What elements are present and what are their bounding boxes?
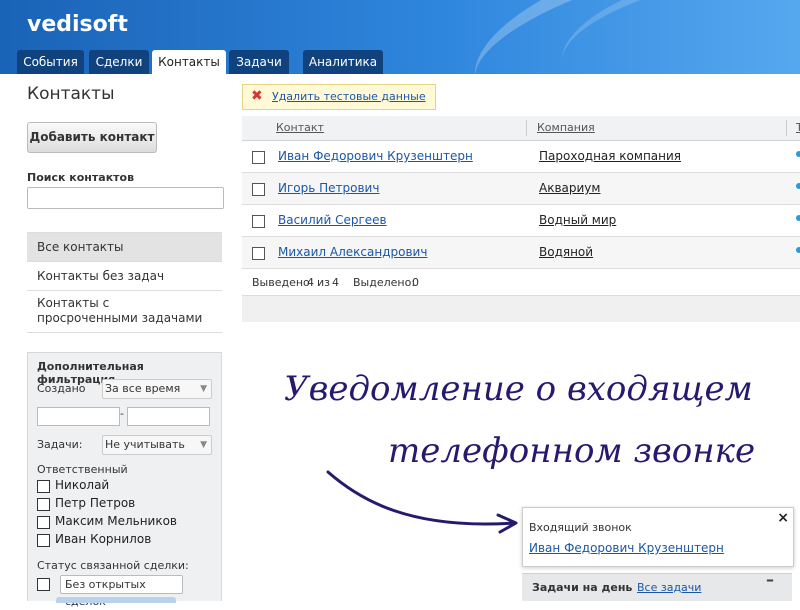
minimize-icon[interactable]: – — [766, 570, 774, 589]
total-count: 4 — [332, 276, 339, 289]
table-row: Михаил Александрович Водяной — [242, 237, 800, 269]
responsible-checkbox[interactable] — [37, 516, 50, 529]
company-link[interactable]: Водяной — [539, 245, 593, 259]
deal-status-label: Статус связанной сделки: — [37, 559, 189, 572]
app-logo[interactable]: vedisoft — [27, 12, 128, 37]
deal-status-option[interactable]: Без открытых сделок — [60, 575, 183, 608]
date-to-input[interactable] — [127, 407, 210, 426]
tasks-select-value: Не учитывать — [105, 438, 185, 451]
status-dot-icon — [796, 151, 800, 157]
table-footer: Выведено 4 из 4 Выделено: 0 — [242, 269, 800, 295]
responsible-name: Николай — [55, 478, 110, 492]
responsible-checkbox[interactable] — [37, 480, 50, 493]
contact-name-link[interactable]: Иван Федорович Крузенштерн — [278, 149, 473, 163]
annotation-line-1: Уведомление о входящем — [284, 369, 753, 409]
column-separator — [526, 120, 527, 136]
tab-deals[interactable]: Сделки — [89, 50, 149, 74]
responsible-checkbox[interactable] — [37, 534, 50, 547]
dropdown-arrow-icon: ▼ — [200, 440, 207, 450]
column-third[interactable]: Т — [796, 121, 800, 134]
incoming-call-popup: Входящий звонок Иван Федорович Крузенште… — [522, 507, 794, 567]
row-checkbox[interactable] — [252, 247, 265, 260]
deal-status-option-next[interactable] — [56, 597, 176, 603]
shown-count: 4 — [307, 276, 314, 289]
of-label: из — [317, 276, 330, 289]
page-title: Контакты — [27, 84, 115, 104]
add-contact-button[interactable]: Добавить контакт — [27, 122, 157, 153]
status-dot-icon — [796, 183, 800, 189]
selected-label: Выделено: — [353, 276, 416, 289]
table-header: Контакт Компания Т — [242, 116, 800, 141]
nav-contacts-no-tasks[interactable]: Контакты без задач — [27, 262, 222, 291]
tab-analytics[interactable]: Аналитика — [303, 50, 383, 74]
status-dot-icon — [796, 247, 800, 253]
table-row: Иван Федорович Крузенштерн Пароходная ко… — [242, 141, 800, 173]
delete-test-data-link[interactable]: Удалить тестовые данные — [272, 90, 426, 103]
contact-name-link[interactable]: Михаил Александрович — [278, 245, 427, 259]
contact-name-link[interactable]: Василий Сергеев — [278, 213, 387, 227]
all-tasks-link[interactable]: Все задачи — [637, 581, 701, 594]
created-select-value: За все время — [105, 382, 181, 395]
row-checkbox[interactable] — [252, 215, 265, 228]
tasks-label: Задачи: — [37, 438, 83, 451]
caller-name-link[interactable]: Иван Федорович Крузенштерн — [529, 541, 724, 555]
row-checkbox[interactable] — [252, 151, 265, 164]
tasks-select[interactable]: Не учитывать ▼ — [102, 435, 212, 455]
company-link[interactable]: Водный мир — [539, 213, 616, 227]
nav-contacts-overdue-tasks[interactable]: Контакты с просроченными задачами — [27, 291, 222, 333]
nav-all-contacts[interactable]: Все контакты — [27, 232, 222, 262]
shown-label: Выведено — [252, 276, 310, 289]
contacts-table: Контакт Компания Т Иван Федорович Крузен… — [242, 116, 800, 322]
tab-tasks[interactable]: Задачи — [229, 50, 289, 74]
responsible-name: Петр Петров — [55, 496, 136, 510]
close-icon[interactable]: × — [777, 510, 789, 526]
test-data-notice: ✖ Удалить тестовые данные — [242, 84, 436, 110]
tasks-for-day-panel: Задачи на день Все задачи – — [522, 570, 792, 601]
table-bottom-bar — [242, 295, 800, 322]
created-label: Создано — [37, 382, 86, 395]
search-label: Поиск контактов — [27, 171, 135, 184]
extra-filter-panel: Дополнительная фильтрация Создано За все… — [27, 352, 222, 608]
column-company[interactable]: Компания — [537, 121, 595, 134]
search-input[interactable] — [27, 187, 224, 209]
date-separator: - — [120, 407, 124, 420]
status-dot-icon — [796, 215, 800, 221]
app-header: vedisoft События Сделки Контакты Задачи … — [0, 0, 800, 74]
created-select[interactable]: За все время ▼ — [102, 379, 212, 399]
company-link[interactable]: Аквариум — [539, 181, 600, 195]
row-checkbox[interactable] — [252, 183, 265, 196]
tasks-panel-title: Задачи на день — [532, 581, 633, 594]
responsible-checkbox[interactable] — [37, 498, 50, 511]
tab-contacts[interactable]: Контакты — [152, 50, 226, 74]
annotation-arrow-icon — [326, 470, 518, 534]
selected-count: 0 — [412, 276, 419, 289]
date-from-input[interactable] — [37, 407, 120, 426]
table-row: Василий Сергеев Водный мир — [242, 205, 800, 237]
column-contact[interactable]: Контакт — [276, 121, 324, 134]
table-row: Игорь Петрович Аквариум — [242, 173, 800, 205]
incoming-call-title: Входящий звонок — [529, 521, 632, 534]
responsible-label: Ответственный — [37, 463, 128, 476]
responsible-name: Максим Мельников — [55, 514, 178, 528]
tab-events[interactable]: События — [17, 50, 84, 74]
deal-status-checkbox[interactable] — [37, 578, 50, 591]
dropdown-arrow-icon: ▼ — [200, 384, 207, 394]
company-link[interactable]: Пароходная компания — [539, 149, 681, 163]
column-separator — [786, 120, 787, 136]
close-x-icon: ✖ — [251, 88, 263, 104]
contact-name-link[interactable]: Игорь Петрович — [278, 181, 379, 195]
responsible-name: Иван Корнилов — [55, 532, 152, 546]
contacts-nav: Все контакты Контакты без задач Контакты… — [27, 232, 222, 333]
